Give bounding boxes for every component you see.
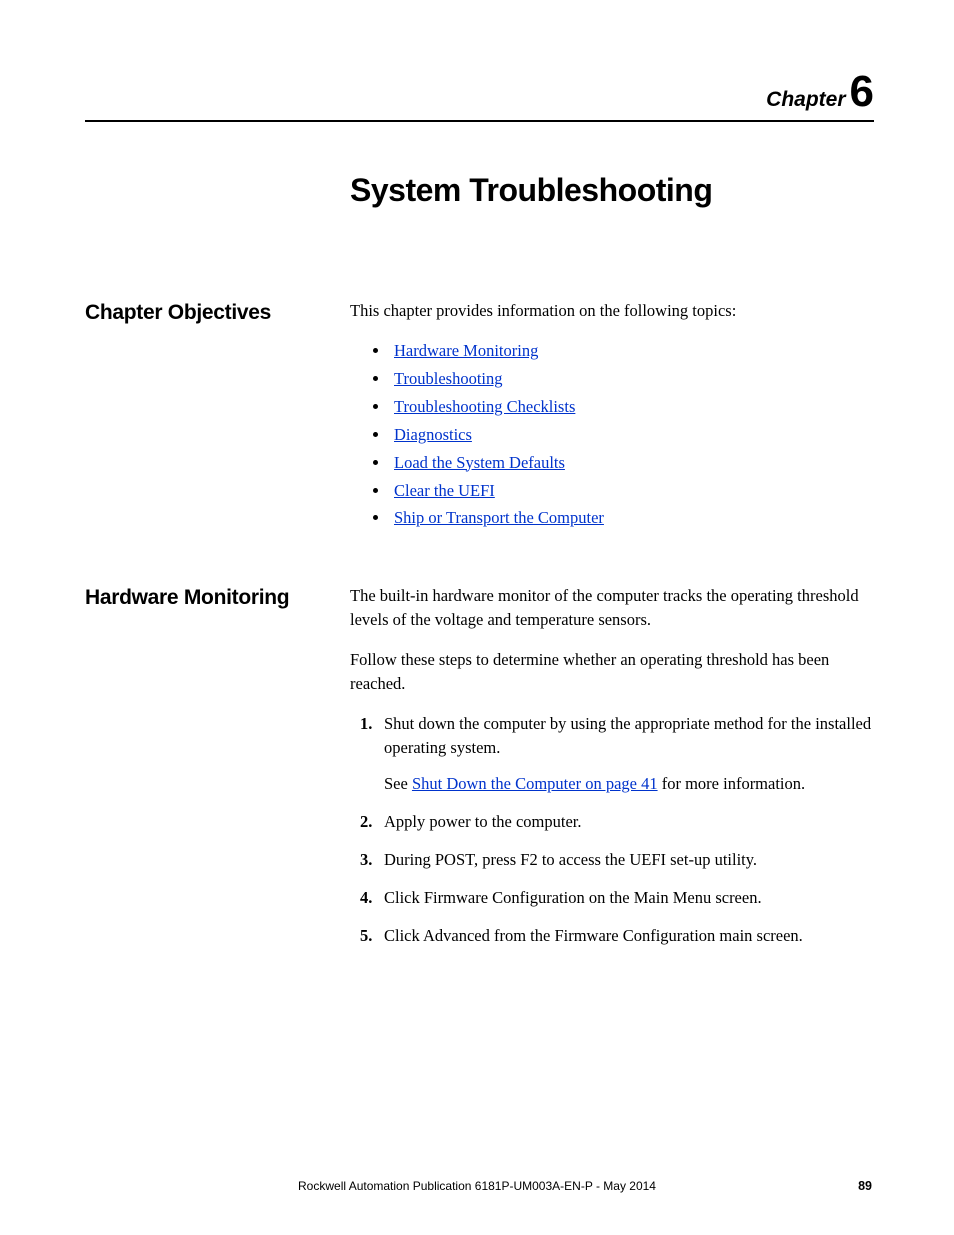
step-4: Click Firmware Configuration on the Main… bbox=[384, 886, 874, 910]
list-item: Ship or Transport the Computer bbox=[390, 506, 874, 530]
step-1: Shut down the computer by using the appr… bbox=[384, 712, 874, 796]
link-diagnostics[interactable]: Diagnostics bbox=[394, 425, 472, 444]
list-item: Troubleshooting bbox=[390, 367, 874, 391]
step-text: Click Firmware Configuration on the Main… bbox=[384, 888, 762, 907]
heading-chapter-objectives: Chapter Objectives bbox=[85, 299, 350, 325]
chapter-number: 6 bbox=[850, 67, 874, 116]
link-troubleshooting-checklists[interactable]: Troubleshooting Checklists bbox=[394, 397, 575, 416]
list-item: Clear the UEFI bbox=[390, 479, 874, 503]
link-troubleshooting[interactable]: Troubleshooting bbox=[394, 369, 503, 388]
step-3: During POST, press F2 to access the UEFI… bbox=[384, 848, 874, 872]
link-load-system-defaults[interactable]: Load the System Defaults bbox=[394, 453, 565, 472]
chapter-header: Chapter6 bbox=[85, 70, 874, 114]
heading-hardware-monitoring: Hardware Monitoring bbox=[85, 584, 350, 610]
footer-publication: Rockwell Automation Publication 6181P-UM… bbox=[0, 1179, 954, 1193]
link-shut-down-page[interactable]: Shut Down the Computer on page 41 bbox=[412, 774, 658, 793]
chapter-label: Chapter bbox=[766, 88, 845, 111]
hw-para2: Follow these steps to determine whether … bbox=[350, 648, 874, 696]
link-clear-uefi[interactable]: Clear the UEFI bbox=[394, 481, 495, 500]
step-text: During POST, press F2 to access the UEFI… bbox=[384, 850, 757, 869]
body-chapter-objectives: This chapter provides information on the… bbox=[350, 299, 874, 534]
step-2: Apply power to the computer. bbox=[384, 810, 874, 834]
topics-list: Hardware Monitoring Troubleshooting Trou… bbox=[350, 339, 874, 530]
step-sub-prefix: See bbox=[384, 774, 412, 793]
section-hardware-monitoring: Hardware Monitoring The built-in hardwar… bbox=[85, 584, 874, 961]
list-item: Diagnostics bbox=[390, 423, 874, 447]
hw-para1: The built-in hardware monitor of the com… bbox=[350, 584, 874, 632]
page-title: System Troubleshooting bbox=[350, 172, 874, 209]
page-number: 89 bbox=[858, 1179, 872, 1193]
link-ship-transport[interactable]: Ship or Transport the Computer bbox=[394, 508, 604, 527]
list-item: Load the System Defaults bbox=[390, 451, 874, 475]
body-hardware-monitoring: The built-in hardware monitor of the com… bbox=[350, 584, 874, 961]
step-5: Click Advanced from the Firmware Configu… bbox=[384, 924, 874, 948]
step-text: Apply power to the computer. bbox=[384, 812, 582, 831]
list-item: Troubleshooting Checklists bbox=[390, 395, 874, 419]
objectives-intro: This chapter provides information on the… bbox=[350, 299, 874, 323]
section-chapter-objectives: Chapter Objectives This chapter provides… bbox=[85, 299, 874, 534]
step-text: Shut down the computer by using the appr… bbox=[384, 714, 871, 757]
page: Chapter6 System Troubleshooting Chapter … bbox=[0, 0, 954, 1235]
step-1-sub: See Shut Down the Computer on page 41 fo… bbox=[384, 772, 874, 796]
list-item: Hardware Monitoring bbox=[390, 339, 874, 363]
step-text: Click Advanced from the Firmware Configu… bbox=[384, 926, 803, 945]
steps-list: Shut down the computer by using the appr… bbox=[350, 712, 874, 947]
link-hardware-monitoring[interactable]: Hardware Monitoring bbox=[394, 341, 538, 360]
header-rule bbox=[85, 120, 874, 122]
step-sub-suffix: for more information. bbox=[658, 774, 806, 793]
